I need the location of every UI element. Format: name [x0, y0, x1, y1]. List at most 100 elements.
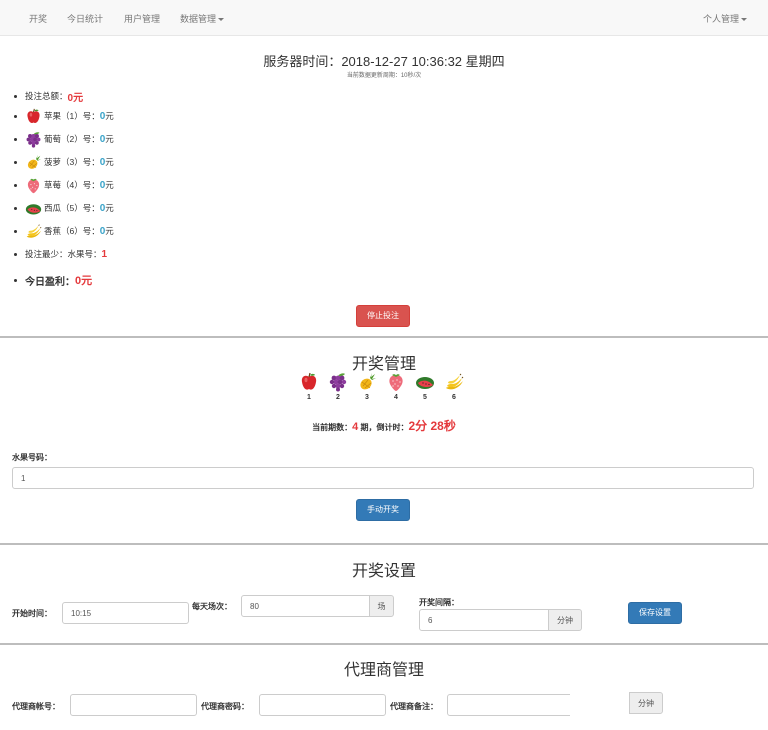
list-item-fruit-6: 香蕉（6）号： 0 元: [14, 221, 114, 241]
agent-password-input[interactable]: [259, 694, 386, 716]
refresh-note: 当前数据更新周期：10秒/次: [346, 73, 422, 79]
bullet: [14, 160, 17, 164]
fruit-legend-item-2: 2: [327, 372, 349, 401]
section-divider: [0, 643, 768, 645]
bullet: [14, 183, 17, 187]
nav-item-data-management-label: 数据管理: [180, 14, 217, 24]
fruit-number: 6: [452, 394, 456, 401]
draw-interval-unit: 分钟: [548, 609, 582, 631]
draw-management-title: 开奖管理: [351, 356, 416, 373]
save-settings-button[interactable]: 保存设置: [628, 602, 682, 624]
list-item-fruit-5: 西瓜（5）号： 0 元: [14, 198, 114, 218]
draw-settings-title: 开奖设置: [351, 563, 416, 580]
nav-item-user-management[interactable]: 用户管理: [124, 12, 160, 25]
nav-item-today-stats[interactable]: 今日统计: [67, 12, 103, 25]
daily-rounds-label: 每天场次：: [192, 602, 232, 611]
fruit-legend-item-1: 1: [298, 372, 320, 401]
bullet: [14, 229, 17, 233]
draw-interval-label: 开奖间隔：: [419, 598, 459, 607]
blank-area: [570, 688, 630, 718]
list-item-total: 投注总额： 0元: [14, 86, 83, 106]
banana-icon: [25, 223, 42, 240]
least-label: 投注最少：水果号：: [25, 249, 102, 259]
daily-rounds-value: 80: [250, 601, 259, 611]
fruit-number: 5: [423, 394, 427, 401]
fruit-legend: 1 2 3 4 5 6: [298, 372, 468, 408]
nav-item-personal-management[interactable]: 个人管理: [703, 12, 748, 25]
list-item-fruit-3: 菠萝（3）号： 0 元: [14, 152, 114, 172]
agent-remark-label: 代理商备注：: [390, 702, 438, 711]
chevron-down-icon: [218, 18, 225, 22]
grape-icon: [25, 131, 42, 148]
period-mid: 期，倒计时：: [358, 423, 409, 432]
fruit-code-label: 水果号码：: [12, 453, 52, 462]
agent-account-label: 代理商帐号：: [12, 702, 60, 711]
fruit-unit: 元: [105, 111, 114, 121]
start-time-input[interactable]: 10:15: [62, 602, 189, 624]
least-value: 1: [101, 248, 108, 260]
bullet: [14, 252, 17, 256]
agent-account-input[interactable]: [70, 694, 197, 716]
fruit-unit: 元: [105, 203, 114, 213]
draw-interval-input[interactable]: 6: [419, 609, 549, 631]
bullet: [14, 206, 17, 210]
period-info: 当前期数：4 期，倒计时：2分 28秒: [0, 417, 768, 434]
fruit-unit: 元: [105, 226, 114, 236]
fruit-label: 葡萄（2）号：: [44, 134, 100, 144]
total-label: 投注总额：: [25, 91, 68, 101]
fruit-number: 4: [394, 394, 398, 401]
section-divider: [0, 336, 768, 338]
fruit-legend-item-5: 5: [414, 372, 436, 401]
pineapple-icon: [357, 372, 377, 392]
list-item-least: 投注最少：水果号： 1: [14, 244, 107, 264]
fruit-label: 苹果（1）号：: [44, 111, 100, 121]
strawberry-icon: [25, 177, 42, 194]
fruit-unit: 元: [105, 157, 114, 167]
fruit-legend-item-3: 3: [356, 372, 378, 401]
manual-draw-button[interactable]: 手动开奖: [356, 499, 410, 521]
strawberry-icon: [386, 372, 406, 392]
nav-item-draw[interactable]: 开奖: [29, 12, 47, 25]
daily-rounds-input[interactable]: 80: [241, 595, 370, 617]
fruit-label: 草莓（4）号：: [44, 180, 100, 190]
fruit-code-input[interactable]: 1: [12, 467, 754, 489]
fruit-number: 3: [365, 394, 369, 401]
total-value: 0元: [67, 92, 84, 104]
fruit-label: 菠萝（3）号：: [44, 157, 100, 167]
bullet: [14, 94, 17, 98]
list-item-fruit-2: 葡萄（2）号： 0 元: [14, 129, 114, 149]
fruit-number: 1: [307, 394, 311, 401]
daily-rounds-unit: 场: [369, 595, 394, 617]
agent-password-label: 代理商密码：: [201, 702, 249, 711]
fruit-label: 香蕉（6）号：: [44, 226, 100, 236]
watermelon-icon: [25, 200, 42, 217]
draw-interval-value: 6: [428, 615, 433, 625]
profit-value: 0元: [75, 275, 93, 287]
start-time-label: 开始时间：: [12, 609, 52, 618]
nav-item-data-management[interactable]: 数据管理: [180, 12, 225, 25]
bullet: [14, 114, 17, 118]
chevron-down-icon: [741, 18, 748, 22]
profit-label: 今日盈利：: [25, 276, 75, 288]
stop-betting-button[interactable]: 停止投注: [356, 305, 410, 327]
bullet: [14, 137, 17, 141]
apple-icon: [25, 108, 42, 125]
apple-icon: [299, 372, 319, 392]
fruit-number: 2: [336, 394, 340, 401]
fruit-code-value: 1: [21, 473, 26, 483]
list-item-fruit-4: 草莓（4）号： 0 元: [14, 175, 114, 195]
watermelon-icon: [415, 372, 435, 392]
countdown-value: 2分 28秒: [408, 419, 456, 433]
pineapple-icon: [25, 154, 42, 171]
start-time-value: 10:15: [71, 608, 92, 618]
fruit-unit: 元: [105, 134, 114, 144]
fruit-legend-item-6: 6: [443, 372, 465, 401]
section-divider: [0, 543, 768, 545]
top-navbar: 开奖 今日统计 用户管理 数据管理 个人管理: [0, 0, 768, 36]
nav-item-personal-management-label: 个人管理: [703, 14, 740, 24]
server-time: 服务器时间：2018-12-27 10:36:32 星期四: [263, 54, 505, 69]
grape-icon: [328, 372, 348, 392]
banana-icon: [444, 372, 464, 392]
fruit-unit: 元: [105, 180, 114, 190]
agent-remark-unit: 分钟: [629, 692, 663, 714]
